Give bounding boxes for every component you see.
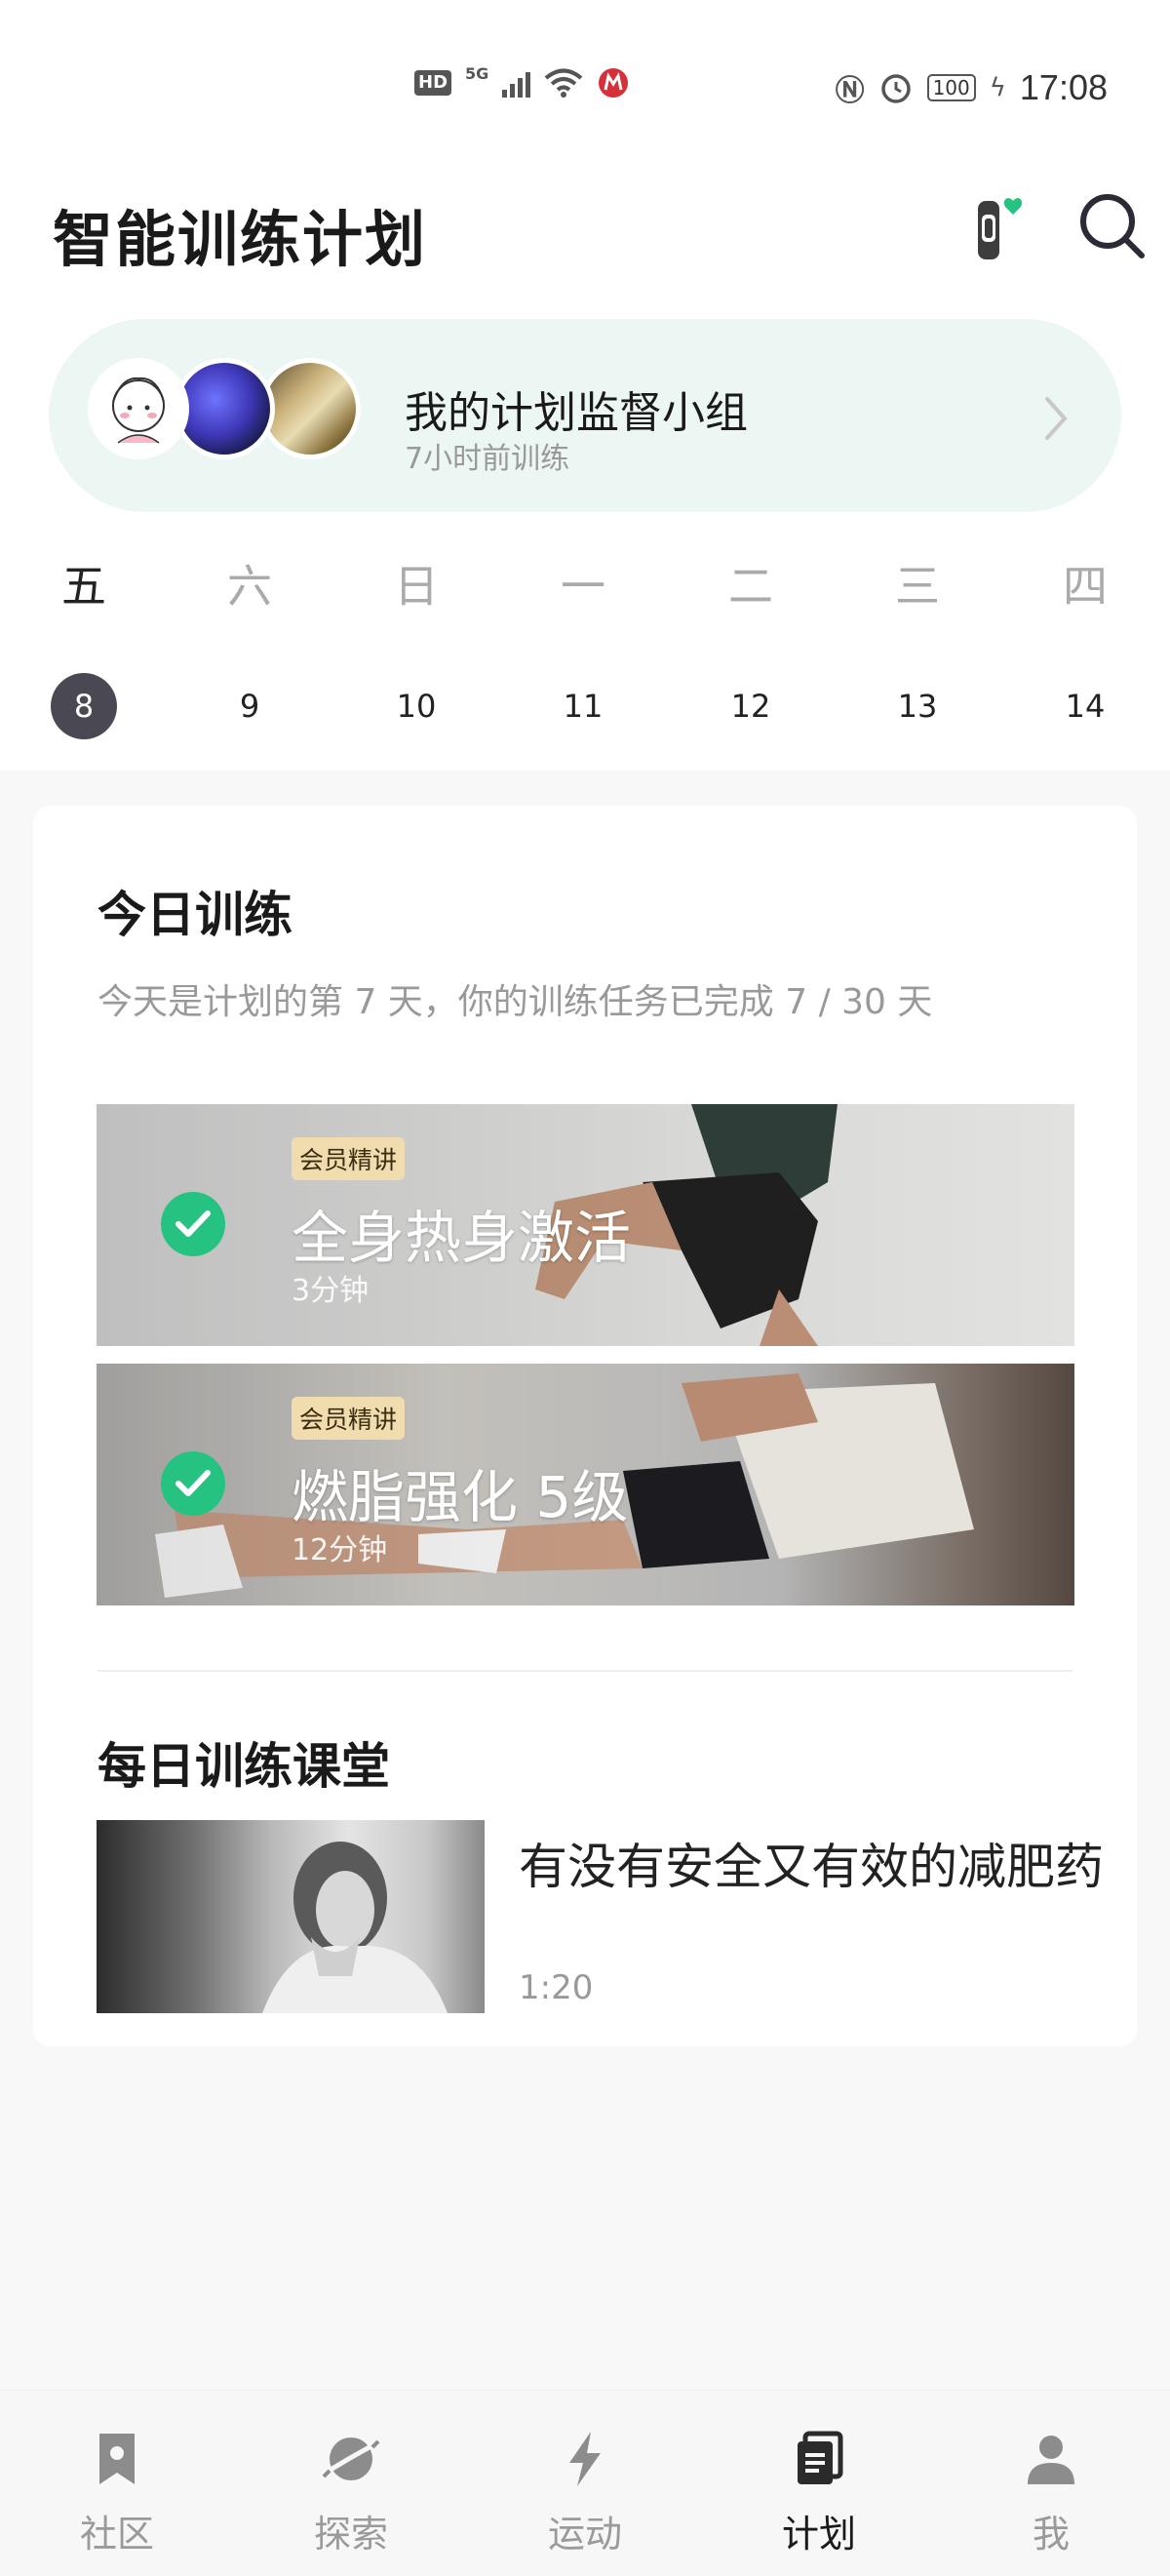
completed-check-icon [161, 1451, 225, 1516]
daily-class-title: 每日训练课堂 [98, 1738, 390, 1795]
hd-badge: HD [414, 70, 452, 96]
wifi-icon [545, 68, 583, 98]
nav-item-me[interactable]: 我 [973, 2391, 1129, 2576]
workout-item[interactable]: 会员精讲 燃脂强化 5级 12分钟 [97, 1364, 1074, 1605]
vip-badge: 会员精讲 [292, 1397, 406, 1440]
weekday-label: 二 [728, 560, 773, 613]
battery-indicator: 100 [926, 74, 976, 101]
weekday-label: 日 [394, 560, 439, 613]
date-item[interactable]: 13 [884, 673, 951, 739]
lightning-icon [569, 2432, 601, 2486]
page-title: 智能训练计划 [53, 204, 428, 275]
status-right: Ⓝ 100 ϟ 17:08 [836, 66, 1108, 109]
weekday-label: 三 [895, 560, 940, 613]
signal-icon [502, 68, 531, 98]
weekday-label: 四 [1063, 560, 1108, 613]
weekday-label: 六 [227, 560, 272, 613]
today-training-title: 今日训练 [98, 887, 292, 943]
weekday-label: 五 [61, 560, 106, 613]
vip-badge: 会员精讲 [292, 1137, 406, 1180]
nfc-icon: Ⓝ [835, 74, 865, 108]
date-item[interactable]: 11 [550, 673, 616, 739]
nav-label: 社区 [79, 2513, 154, 2556]
plan-list-icon [798, 2431, 843, 2484]
today-training-description: 今天是计划的第 7 天，你的训练任务已完成 7 / 30 天 [98, 982, 933, 1022]
member-avatar [88, 358, 189, 459]
app-notification-icon [599, 68, 629, 98]
smartwatch-icon[interactable] [970, 195, 1029, 263]
class-title[interactable]: 有没有安全又有效的减肥药 [519, 1828, 1104, 1898]
charging-icon: ϟ [989, 73, 1006, 102]
group-title: 我的计划监督小组 [405, 388, 748, 438]
status-bar: HD 5G Ⓝ 100 ϟ 17:08 [0, 49, 1170, 127]
workout-title: 全身热身激活 [292, 1205, 632, 1271]
date-selected[interactable]: 8 [51, 673, 117, 739]
date-item[interactable]: 10 [383, 673, 449, 739]
bookmark-icon [99, 2434, 135, 2484]
date-item[interactable]: 9 [216, 673, 283, 739]
status-left: HD 5G [414, 63, 630, 99]
nav-label: 探索 [313, 2513, 388, 2556]
nav-item-sport[interactable]: 运动 [507, 2391, 663, 2576]
search-icon[interactable] [1077, 191, 1148, 261]
planet-icon [322, 2437, 380, 2480]
nav-item-explore[interactable]: 探索 [273, 2391, 429, 2576]
alarm-icon [880, 74, 911, 103]
date-item[interactable]: 14 [1052, 673, 1118, 739]
workout-item[interactable]: 会员精讲 全身热身激活 3分钟 [97, 1104, 1074, 1346]
completed-check-icon [161, 1192, 225, 1256]
nav-label: 我 [1032, 2513, 1070, 2556]
class-duration: 1:20 [519, 1968, 594, 2007]
nav-label: 计划 [781, 2513, 856, 2556]
status-time: 17:08 [1019, 67, 1108, 107]
class-thumbnail[interactable] [97, 1820, 485, 2013]
nav-label: 运动 [547, 2513, 622, 2556]
section-divider [98, 1670, 1072, 1672]
chevron-right-icon [1045, 397, 1068, 440]
group-last-activity: 7小时前训练 [405, 442, 570, 476]
date-item[interactable]: 12 [718, 673, 784, 739]
class-photo [262, 1842, 448, 2013]
workout-title: 燃脂强化 5级 [292, 1464, 629, 1530]
bottom-nav: 社区 探索 运动 计划 我 [0, 2390, 1170, 2576]
nav-item-community[interactable]: 社区 [39, 2391, 195, 2576]
training-card: 今日训练 今天是计划的第 7 天，你的训练任务已完成 7 / 30 天 会员精讲… [33, 806, 1137, 2046]
weekday-label: 一 [561, 560, 605, 613]
supervision-group-banner[interactable]: 我的计划监督小组 7小时前训练 [49, 319, 1121, 512]
workout-duration: 3分钟 [292, 1274, 370, 1308]
network-type: 5G [465, 63, 489, 83]
person-icon [1028, 2436, 1074, 2484]
nav-item-plan[interactable]: 计划 [741, 2391, 897, 2576]
workout-duration: 12分钟 [292, 1533, 388, 1567]
